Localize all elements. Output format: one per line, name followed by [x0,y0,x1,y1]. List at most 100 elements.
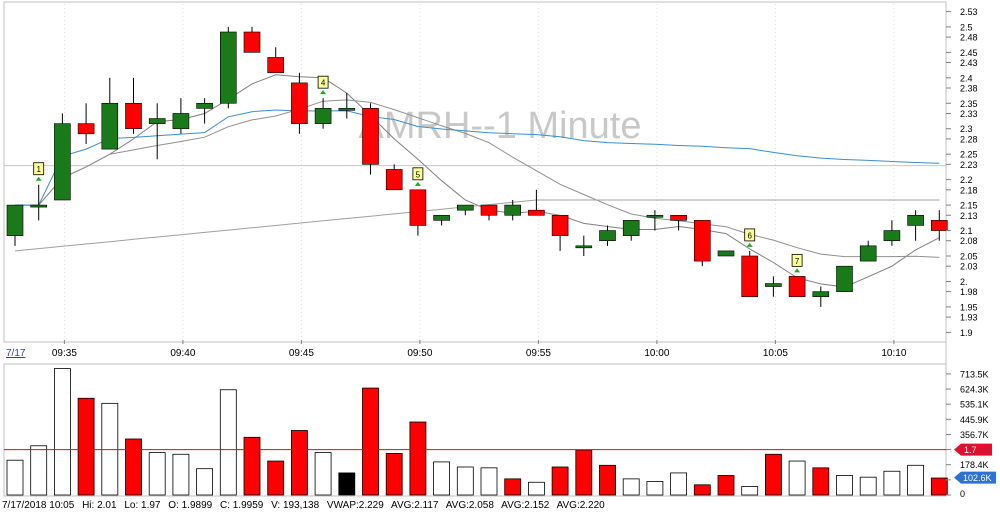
candle-body [883,230,901,242]
volume-bar-09:53 [480,467,498,496]
time-tick-label: 09:35 [52,348,77,359]
volume-bar-09:41 [196,468,214,496]
status-hi: Hi: 2.01 [82,500,117,511]
chart-title-watermark: AMRH--1 Minute [359,105,642,147]
signal-marker-label: 5 [416,170,421,179]
volume-bar-09:50 [409,421,427,496]
time-tick-label: 09:50 [407,348,432,359]
time-tick-label: 10:10 [881,348,906,359]
price-tick-label: 2.35 [960,99,978,109]
volume-tick-label: 0 [960,489,965,497]
volume-bar-09:45 [290,430,308,496]
candle-09:35 [54,113,71,201]
volume-tick-label: 624.3K [960,385,989,395]
price-tick-label: 2.5 [960,22,973,32]
price-tick-label: 2. [960,277,968,287]
volume-bar-10:11 [907,464,924,496]
volume-bar-09:55 [528,481,545,496]
candle-09:48 [362,103,379,175]
volume-bar-10:08 [836,475,853,496]
price-tick-label: 1.98 [960,287,978,297]
candle-body [622,220,640,236]
volume-bar-09:49 [385,453,403,496]
volume-bar-09:48 [362,387,379,496]
time-tick-label: 09:55 [526,348,551,359]
candle-body [907,214,924,226]
candle-body [243,31,261,53]
time-tick-label: 09:40 [170,348,195,359]
signal-marker-label: 1 [36,165,41,174]
volume-bar-10:07 [812,467,830,496]
candle-body [930,220,948,231]
candle-10:08 [836,265,853,292]
candle-body [670,214,687,221]
candle-body [77,123,95,135]
candle-body [314,108,332,124]
candle-body [6,204,24,236]
price-tick-label: 2.23 [960,160,978,170]
volume-bar-10:09 [859,476,877,496]
price-tick-label: 1.9 [960,328,973,338]
price-tick-label: 2.08 [960,236,978,246]
price-tick-label: 2.43 [960,58,978,68]
candle-body [812,291,830,298]
status-avg-3: AVG:2.152 [501,500,550,511]
candle-body [125,102,142,130]
candle-body [220,31,237,104]
candle-body [788,276,806,298]
price-tick-label: 2.05 [960,252,978,262]
candle-body [504,204,522,216]
volume-bar-09:58 [599,464,616,496]
candle-body [338,108,356,111]
candle-body [196,102,213,109]
volume-bar-09:35 [54,368,71,496]
volume-bar-09:52 [456,466,474,496]
status-avg-2: AVG:2.058 [445,500,494,511]
volume-bar-09:59 [622,478,640,496]
candle-10:04 [741,250,759,298]
volume-tick-label: 356.7K [960,430,989,440]
status-lo: Lo: 1.97 [124,500,161,511]
volume-bar-09:57 [575,449,593,496]
volume-bar-10:01 [670,472,687,496]
price-tick-label: 2.25 [960,150,978,160]
volume-bar-09:44 [267,460,285,496]
candle-body [717,250,735,257]
status-avg-4: AVG:2.220 [556,500,605,511]
price-tick-label: 2.3 [960,124,973,134]
volume-bar-09:34 [30,445,48,496]
status-avg-1: AVG:2.117 [391,500,439,511]
volume-bar-10:00 [646,481,664,496]
volume-bar-10:10 [883,470,901,496]
price-tick-label: 2.03 [960,262,978,272]
candle-body [599,230,616,242]
candle-body [30,204,48,208]
status-bar: 7/17/2018 10:05 Hi: 2.01 Lo: 1.97 O: 1.9… [0,497,962,515]
signal-marker-label: 4 [321,79,326,88]
candle-body [267,57,285,74]
volume-bar-10:03 [717,475,735,496]
price-tick-label: 2.2 [960,175,973,185]
volume-bar-09:51 [433,461,451,496]
volume-bar-09:33 [6,459,24,496]
volume-tick-label: 713.5K [960,369,989,379]
price-tick-label: 2.53 [960,7,978,17]
volume-bar-09:42 [219,389,237,496]
candle-body [433,214,450,221]
candle-body [480,204,498,216]
price-tick-label: 1.93 [960,313,978,323]
price-tick-label: 2.33 [960,109,978,119]
volume-tick-label: 445.9K [960,415,989,425]
candle-body [456,204,474,211]
volume-bar-09:46 [314,452,332,496]
volume-bar-10:12 [930,477,948,496]
chart-area: AMRH--1 Minute 14567 2.53 2.5 2.48 2.45 2.43… [0,0,1000,515]
status-open: O: 1.9899 [168,500,213,511]
candle-body [575,245,593,249]
volume-bar-10:05 [765,453,782,496]
price-tick-label: 2.4 [960,73,973,83]
candle-body [385,169,403,191]
volume-tick-label: 178.4K [960,460,989,470]
date-label[interactable]: 7/17 [6,348,26,359]
price-tick-label: 2.28 [960,134,978,144]
